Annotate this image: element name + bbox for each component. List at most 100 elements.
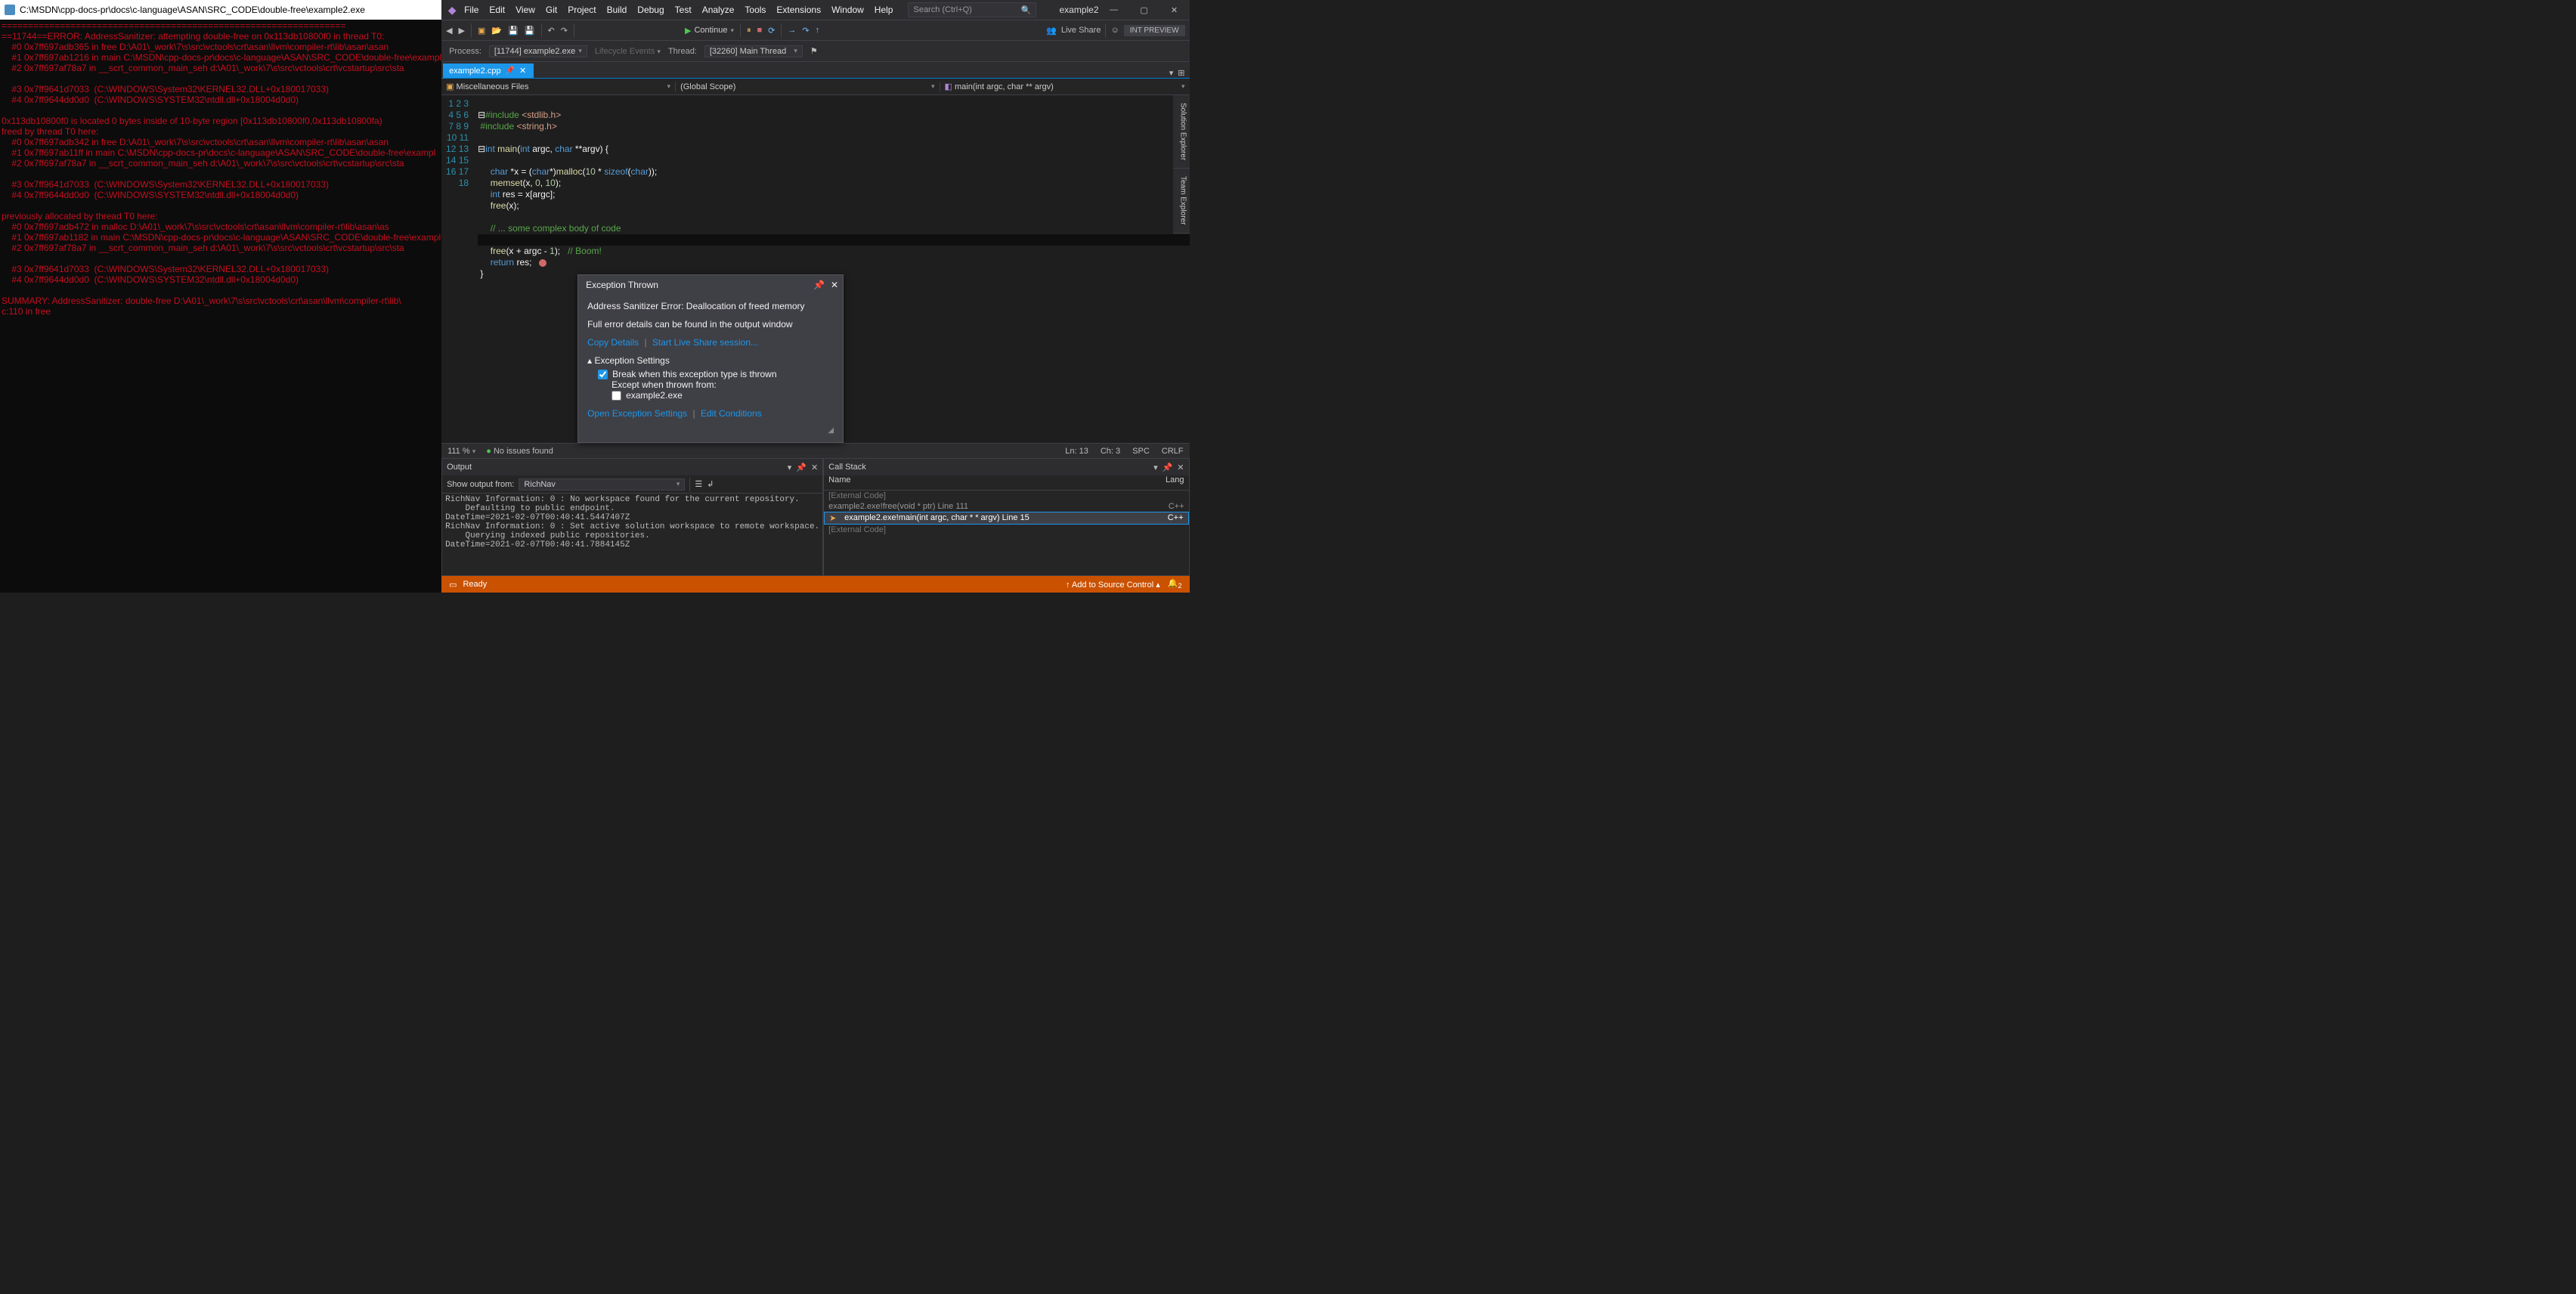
- save-all-icon[interactable]: 💾: [525, 26, 535, 36]
- console-titlebar[interactable]: C:\MSDN\cpp-docs-pr\docs\c-language\ASAN…: [0, 0, 441, 20]
- menu-build[interactable]: Build: [607, 5, 627, 15]
- open-exception-settings-link[interactable]: Open Exception Settings: [587, 408, 687, 419]
- search-box[interactable]: Search (Ctrl+Q) 🔍: [908, 2, 1036, 17]
- nav-function[interactable]: ◧ main(int argc, char ** argv)▾: [940, 82, 1190, 91]
- close-icon[interactable]: ✕: [811, 463, 818, 472]
- liveshare-button[interactable]: Live Share: [1061, 26, 1101, 35]
- dropdown-icon[interactable]: ▾: [788, 463, 792, 472]
- menu-analyze[interactable]: Analyze: [702, 5, 735, 15]
- separator: [541, 23, 542, 37]
- lifecycle-events[interactable]: Lifecycle Events ▾: [595, 47, 661, 56]
- continue-button[interactable]: ▶ Continue ▾: [685, 26, 734, 36]
- menu-window[interactable]: Window: [831, 5, 864, 15]
- redo-icon[interactable]: ↷: [561, 26, 568, 36]
- add-source-control[interactable]: ↑ Add to Source Control ▴: [1066, 580, 1160, 590]
- console-output: ========================================…: [0, 20, 441, 593]
- nav-back-icon[interactable]: ◀: [446, 26, 452, 36]
- nav-scope[interactable]: (Global Scope)▾: [676, 82, 940, 91]
- separator: [471, 23, 472, 37]
- tab-fullscreen-icon[interactable]: ⊞: [1178, 68, 1184, 78]
- col-name[interactable]: Name: [828, 475, 1160, 490]
- console-window: C:\MSDN\cpp-docs-pr\docs\c-language\ASAN…: [0, 0, 441, 593]
- pin-icon[interactable]: 📌: [506, 67, 515, 75]
- stop-icon[interactable]: ■: [757, 26, 763, 35]
- step-out-icon[interactable]: ↑: [816, 26, 820, 35]
- maximize-button[interactable]: ▢: [1129, 0, 1160, 20]
- tab-dropdown-icon[interactable]: ▾: [1169, 68, 1174, 78]
- menu-view[interactable]: View: [516, 5, 535, 15]
- menu-debug[interactable]: Debug: [637, 5, 664, 15]
- except-item-checkbox[interactable]: [611, 391, 621, 401]
- stack-row[interactable]: example2.exe!free(void * ptr) Line 111C+…: [824, 501, 1188, 512]
- new-project-icon[interactable]: ▣: [478, 26, 485, 36]
- menu-git[interactable]: Git: [546, 5, 557, 15]
- col-lang[interactable]: Lang: [1166, 475, 1184, 490]
- status-ready: Ready: [463, 580, 487, 589]
- exception-hint: Full error details can be found in the o…: [587, 319, 834, 330]
- nav-project[interactable]: ▣ Miscellaneous Files▾: [441, 82, 676, 91]
- restart-icon[interactable]: ⟳: [768, 26, 775, 36]
- stack-row[interactable]: [External Code]: [824, 525, 1188, 535]
- wordwrap-icon[interactable]: ↲: [707, 479, 714, 489]
- menu-help[interactable]: Help: [875, 5, 893, 15]
- except-item[interactable]: example2.exe: [611, 390, 834, 401]
- clear-icon[interactable]: ☰: [695, 479, 702, 489]
- sidetab-solution-explorer[interactable]: Solution Explorer: [1173, 95, 1190, 169]
- break-checkbox[interactable]: Break when this exception type is thrown: [598, 369, 834, 379]
- close-icon[interactable]: ✕: [1177, 463, 1184, 472]
- line-gutter: 1 2 3 4 5 6 7 8 9 10 11 12 13 14 15 16 1…: [441, 95, 475, 443]
- menu-edit[interactable]: Edit: [489, 5, 505, 15]
- flag-icon[interactable]: ⚑: [810, 46, 818, 56]
- exception-message: Address Sanitizer Error: Deallocation of…: [587, 301, 834, 311]
- stack-row-current[interactable]: ➤example2.exe!main(int argc, char * * ar…: [824, 512, 1188, 525]
- pin-icon[interactable]: 📌: [1163, 463, 1173, 472]
- close-icon[interactable]: ✕: [831, 280, 838, 290]
- sidetab-team-explorer[interactable]: Team Explorer: [1173, 169, 1190, 233]
- main-toolbar: ◀ ▶ ▣ 📂 💾 💾 ↶ ↷ ▶ Continue ▾ ⏸ ■ ⟳ → ↷ ↑…: [441, 20, 1189, 41]
- caret-line: Ln: 13: [1065, 447, 1088, 456]
- output-text[interactable]: RichNav Information: 0 : No workspace fo…: [442, 494, 822, 575]
- int-preview-badge: INT PREVIEW: [1124, 25, 1185, 36]
- resize-grip-icon[interactable]: ◢: [587, 426, 834, 435]
- indent-mode[interactable]: SPC: [1132, 447, 1150, 456]
- stack-row[interactable]: [External Code]: [824, 491, 1188, 501]
- output-source-combo[interactable]: RichNav▾: [519, 478, 685, 491]
- visual-studio-window: ◆ File Edit View Git Project Build Debug…: [441, 0, 1189, 593]
- process-combo[interactable]: [11744] example2.exe▾: [489, 45, 587, 57]
- callstack-rows: [External Code] example2.exe!free(void *…: [824, 491, 1188, 575]
- step-over-icon[interactable]: ↷: [802, 26, 809, 36]
- exception-settings-header[interactable]: ▴ Exception Settings: [587, 355, 834, 366]
- tab-close-icon[interactable]: ✕: [519, 66, 526, 76]
- notifications-icon[interactable]: 🔔2: [1168, 578, 1182, 590]
- open-file-icon[interactable]: 📂: [491, 26, 502, 36]
- solution-title: example2: [1059, 5, 1098, 15]
- menu-extensions[interactable]: Extensions: [776, 5, 821, 15]
- pin-icon[interactable]: 📌: [813, 280, 825, 290]
- menu-project[interactable]: Project: [568, 5, 596, 15]
- thread-combo[interactable]: [32260] Main Thread▾: [704, 45, 803, 57]
- exception-popup: Exception Thrown 📌 ✕ Address Sanitizer E…: [577, 274, 844, 443]
- except-from-label: Except when thrown from:: [611, 379, 834, 390]
- menu-tools[interactable]: Tools: [745, 5, 766, 15]
- feedback-icon[interactable]: ☺: [1110, 26, 1119, 35]
- break-all-icon[interactable]: ⏸: [747, 26, 751, 36]
- lineending-mode[interactable]: CRLF: [1162, 447, 1184, 456]
- nav-fwd-icon[interactable]: ▶: [459, 26, 465, 36]
- zoom-level[interactable]: 111 % ▾: [447, 447, 475, 456]
- menu-file[interactable]: File: [464, 5, 478, 15]
- menu-test[interactable]: Test: [675, 5, 692, 15]
- pin-icon[interactable]: 📌: [796, 463, 807, 472]
- undo-icon[interactable]: ↶: [548, 26, 555, 36]
- liveshare-icon: 👥: [1046, 26, 1057, 36]
- minimize-button[interactable]: —: [1099, 0, 1129, 20]
- copy-details-link[interactable]: Copy Details: [587, 337, 639, 348]
- vs-statusbar: ▭ Ready ↑ Add to Source Control ▴ 🔔2: [441, 576, 1189, 593]
- tab-example2-cpp[interactable]: example2.cpp 📌 ✕: [443, 63, 534, 78]
- break-checkbox-input[interactable]: [598, 370, 608, 379]
- edit-conditions-link[interactable]: Edit Conditions: [701, 408, 762, 419]
- close-button[interactable]: ✕: [1160, 0, 1190, 20]
- save-icon[interactable]: 💾: [508, 26, 519, 36]
- dropdown-icon[interactable]: ▾: [1153, 463, 1158, 472]
- start-liveshare-link[interactable]: Start Live Share session...: [652, 337, 758, 348]
- step-into-icon[interactable]: →: [788, 26, 796, 35]
